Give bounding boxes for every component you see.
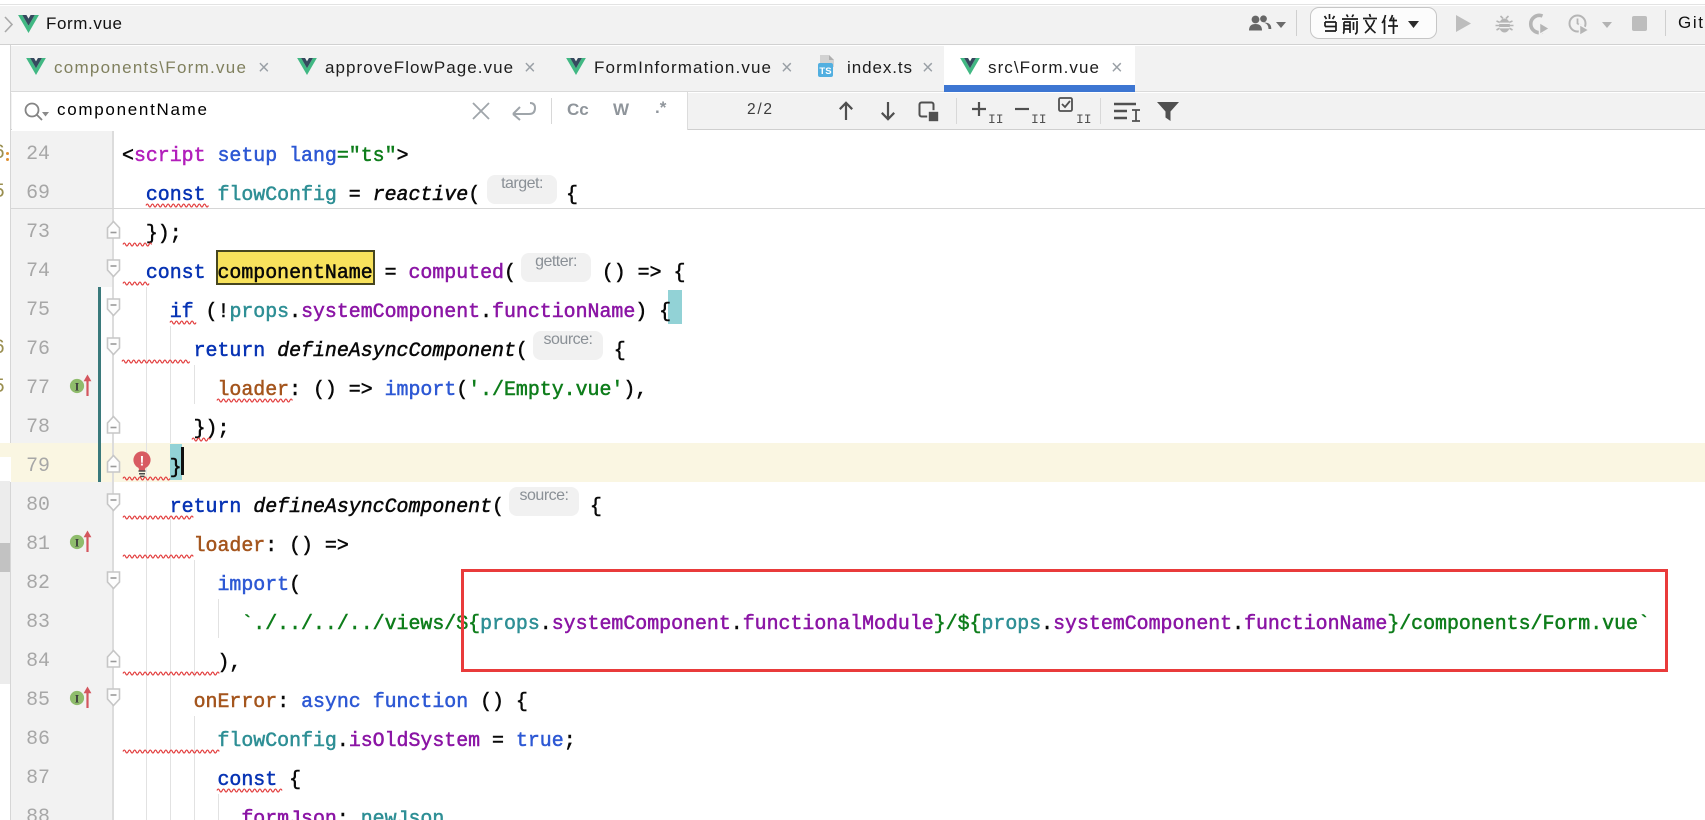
svg-text:I: I <box>75 537 80 549</box>
svg-text:II: II <box>988 112 1004 127</box>
svg-text:II: II <box>1031 112 1047 127</box>
svg-text:II: II <box>1076 112 1092 127</box>
svg-text:I: I <box>75 381 80 393</box>
svg-text:I: I <box>75 693 80 705</box>
svg-text:TS: TS <box>819 66 831 77</box>
